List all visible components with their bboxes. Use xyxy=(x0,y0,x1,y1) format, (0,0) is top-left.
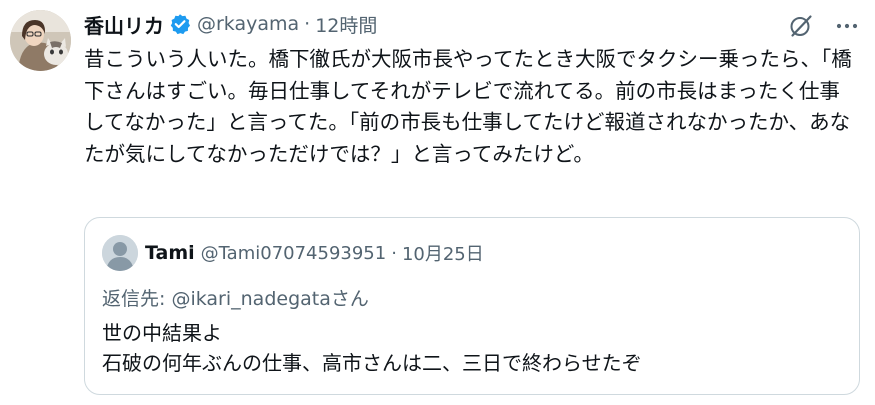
verified-badge-icon xyxy=(169,13,191,35)
tweet-timestamp[interactable]: 12時間 xyxy=(315,11,377,38)
reply-to-mention[interactable]: @ikari_nadegataさん xyxy=(171,288,368,310)
tweet-top-actions xyxy=(787,12,861,40)
grok-icon[interactable] xyxy=(787,12,815,40)
quoted-author-handle[interactable]: @Tami07074593951 xyxy=(201,243,387,264)
author-display-name[interactable]: 香山リカ xyxy=(84,10,164,39)
quoted-tweet-header: Tami @Tami07074593951 · 10月25日 xyxy=(145,240,484,266)
avatar-photo-icon xyxy=(10,10,71,71)
quoted-tweet-text: 世の中結果よ 石破の何年ぶんの仕事、高市さんは二、三日で終わらせたぞ xyxy=(102,318,842,378)
more-icon[interactable] xyxy=(833,12,861,40)
tweet-card: 香山リカ @rkayama · 12時間 昔こういう人いた。橋下徹氏が大阪市長や xyxy=(0,0,875,405)
quoted-tweet-timestamp[interactable]: 10月25日 xyxy=(402,240,484,266)
author-handle[interactable]: @rkayama xyxy=(197,13,299,35)
quoted-author-display-name[interactable]: Tami xyxy=(145,242,195,264)
quoted-tweet[interactable]: Tami @Tami07074593951 · 10月25日 返信先: @ika… xyxy=(84,217,860,395)
tweet-header: 香山リカ @rkayama · 12時間 xyxy=(84,10,377,38)
reply-to-prefix: 返信先: xyxy=(102,288,172,310)
separator-dot: · xyxy=(304,13,311,35)
quoted-text-line: 石破の何年ぶんの仕事、高市さんは二、三日で終わらせたぞ xyxy=(102,351,642,375)
separator-dot: · xyxy=(391,242,397,264)
quoted-text-line: 世の中結果よ xyxy=(102,321,222,345)
default-avatar-icon[interactable] xyxy=(102,235,138,271)
tweet-text: 昔こういう人いた。橋下徹氏が大阪市長やってたとき大阪でタクシー乗ったら、「橋下さ… xyxy=(84,47,852,166)
reply-to-line: 返信先: @ikari_nadegataさん xyxy=(102,284,369,311)
author-avatar[interactable] xyxy=(10,10,71,71)
